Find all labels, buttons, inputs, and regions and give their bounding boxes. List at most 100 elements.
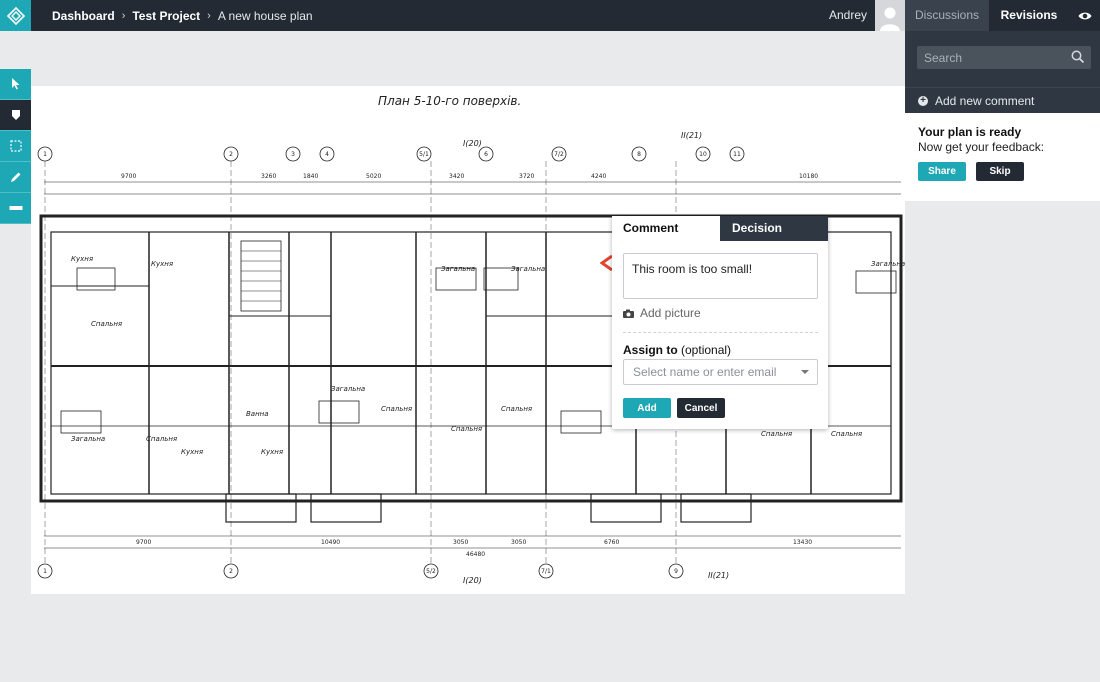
- popup-divider: [623, 332, 818, 333]
- add-picture-label: Add picture: [640, 306, 701, 320]
- ruler-icon: [9, 206, 22, 210]
- axis-label: 7/2: [554, 151, 564, 158]
- axis-label: 4: [325, 151, 329, 158]
- section-mark: II(21): [708, 571, 729, 580]
- tool-draw[interactable]: [0, 162, 31, 193]
- tool-palette: [0, 69, 31, 224]
- breadcrumb-separator: ›: [207, 9, 211, 22]
- axis-label: 1: [43, 151, 47, 158]
- tool-measure[interactable]: [0, 193, 31, 224]
- svg-text:Спальня: Спальня: [501, 405, 532, 413]
- axis-label: 6: [484, 151, 488, 158]
- chevron-down-icon: [801, 370, 809, 374]
- search-icon[interactable]: [1071, 50, 1085, 64]
- plus-icon: +: [918, 95, 928, 106]
- axis-label: 7/1: [541, 568, 551, 575]
- svg-text:3720: 3720: [519, 173, 534, 180]
- axis-label: 8: [637, 151, 641, 158]
- user-avatar-icon: [880, 7, 900, 31]
- svg-text:46480: 46480: [466, 551, 485, 558]
- assignee-placeholder: Select name or enter email: [633, 365, 777, 379]
- breadcrumb-dashboard[interactable]: Dashboard: [52, 9, 115, 23]
- tab-comment[interactable]: Comment: [612, 216, 720, 241]
- tab-revisions[interactable]: Revisions: [989, 0, 1069, 31]
- cancel-button[interactable]: Cancel: [677, 398, 725, 418]
- svg-text:Загальна: Загальна: [71, 435, 105, 443]
- add-button[interactable]: Add: [623, 398, 671, 418]
- svg-text:Кухня: Кухня: [181, 448, 203, 456]
- add-new-comment-button[interactable]: + Add new comment: [905, 87, 1100, 113]
- svg-text:Спальня: Спальня: [761, 430, 792, 438]
- axis-label: 9: [674, 568, 678, 575]
- share-button[interactable]: Share: [918, 162, 966, 181]
- svg-text:1840: 1840: [303, 173, 318, 180]
- svg-text:10180: 10180: [799, 173, 818, 180]
- assign-label-text: Assign to: [623, 343, 678, 357]
- comment-textarea[interactable]: This room is too small!: [623, 253, 818, 299]
- axis-label: 5/1: [419, 151, 429, 158]
- search-input[interactable]: [917, 46, 1067, 69]
- app-logo[interactable]: [0, 0, 31, 31]
- avatar[interactable]: [875, 0, 905, 31]
- cursor-icon: [11, 78, 19, 90]
- axis-label: 2: [229, 568, 233, 575]
- discussions-panel: + Add new comment Your plan is ready Now…: [905, 31, 1100, 682]
- svg-text:Загальна: Загальна: [331, 385, 365, 393]
- assign-label: Assign to (optional): [623, 343, 731, 357]
- svg-text:Спальня: Спальня: [381, 405, 412, 413]
- axis-label: 10: [699, 151, 707, 158]
- svg-text:6760: 6760: [604, 539, 619, 546]
- svg-text:3050: 3050: [453, 539, 468, 546]
- camera-icon: [623, 309, 634, 318]
- svg-text:Загальна: Загальна: [511, 265, 545, 273]
- tab-discussions[interactable]: Discussions: [905, 0, 989, 31]
- pencil-icon: [10, 172, 20, 182]
- svg-text:Кухня: Кухня: [261, 448, 283, 456]
- tool-select[interactable]: [0, 69, 31, 100]
- visibility-toggle[interactable]: [1069, 0, 1100, 31]
- svg-text:Кухня: Кухня: [151, 260, 173, 268]
- add-picture-link[interactable]: Add picture: [623, 305, 701, 321]
- assignee-select[interactable]: Select name or enter email: [623, 359, 818, 385]
- axis-label: 2: [229, 151, 233, 158]
- breadcrumb: Dashboard › Test Project › A new house p…: [52, 0, 313, 31]
- top-bar: Dashboard › Test Project › A new house p…: [0, 0, 1100, 31]
- axis-label: 11: [733, 151, 741, 158]
- svg-text:3260: 3260: [261, 173, 276, 180]
- svg-text:Спальня: Спальня: [831, 430, 862, 438]
- svg-text:10490: 10490: [321, 539, 340, 546]
- eye-icon: [1078, 12, 1091, 19]
- tool-comment[interactable]: [0, 100, 31, 131]
- svg-text:Загальна: Загальна: [871, 260, 905, 268]
- user-name[interactable]: Andrey: [829, 0, 867, 31]
- svg-text:Спальня: Спальня: [451, 425, 482, 433]
- svg-text:Кухня: Кухня: [71, 255, 93, 263]
- add-new-comment-label: Add new comment: [935, 93, 1035, 108]
- comment-popup: Comment Decision This room is too small!…: [612, 216, 828, 429]
- svg-text:Спальня: Спальня: [91, 320, 122, 328]
- skip-button[interactable]: Skip: [976, 162, 1024, 181]
- breadcrumb-separator: ›: [121, 9, 126, 22]
- breadcrumb-project[interactable]: Test Project: [132, 9, 200, 23]
- svg-text:9700: 9700: [121, 173, 136, 180]
- section-mark: I(20): [463, 576, 482, 585]
- svg-text:Ванна: Ванна: [246, 410, 269, 418]
- tab-decision[interactable]: Decision: [720, 216, 828, 241]
- svg-text:4240: 4240: [591, 173, 606, 180]
- comment-pin-icon: [11, 110, 20, 120]
- panel-header: + Add new comment: [905, 31, 1100, 113]
- svg-text:Загальна: Загальна: [441, 265, 475, 273]
- svg-text:3050: 3050: [511, 539, 526, 546]
- tool-area[interactable]: [0, 131, 31, 162]
- svg-text:13430: 13430: [793, 539, 812, 546]
- ready-subtitle: Now get your feedback:: [918, 140, 1045, 154]
- popup-tabs: Comment Decision: [612, 216, 828, 241]
- svg-text:9700: 9700: [136, 539, 151, 546]
- rectangle-select-icon: [9, 140, 22, 152]
- assign-optional: (optional): [681, 343, 732, 357]
- ready-title: Your plan is ready: [918, 125, 1022, 139]
- axis-label: 1: [43, 568, 47, 575]
- section-mark: II(21): [681, 131, 702, 140]
- search-box: [917, 46, 1091, 69]
- svg-text:5020: 5020: [366, 173, 381, 180]
